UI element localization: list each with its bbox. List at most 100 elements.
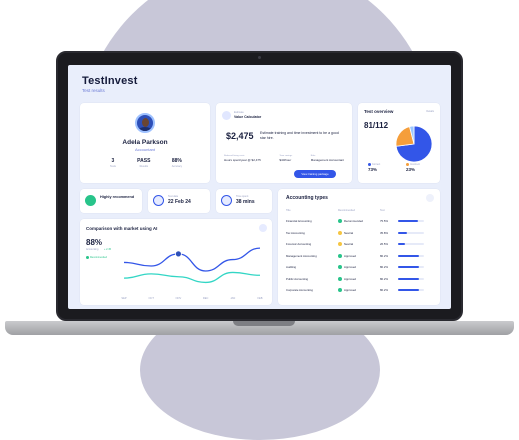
table-row[interactable]: Financial Accounting Recommended 75.5% [286, 219, 432, 226]
progress-fill [398, 220, 418, 222]
progress-fill [398, 277, 419, 280]
row-status: Neutral [338, 242, 354, 247]
recommendation-value: Highly recommend [100, 195, 135, 199]
row-title: Tax Accounting [286, 230, 305, 235]
row-score: 80.2% [380, 253, 388, 258]
profile-stat: 88% Accuracy [172, 158, 182, 168]
profile-stat: PASS Results [137, 158, 150, 168]
legend-dot-icon [86, 256, 89, 259]
profile-name: Adela Parkson [122, 139, 168, 146]
row-title: Forensic Accounting [286, 242, 312, 246]
table-header-recommended[interactable]: Recommended [338, 209, 355, 212]
overview-details-link[interactable]: Details [426, 110, 434, 113]
table-header-title[interactable]: Title [286, 209, 291, 212]
row-score: 35.8% [380, 230, 388, 235]
ai-icon[interactable] [259, 224, 267, 232]
progress-fill [398, 266, 419, 268]
thumbs-up-icon [85, 195, 96, 206]
more-options-icon[interactable] [426, 194, 434, 202]
row-score: 26.5% [380, 242, 388, 246]
x-tick-label: JAN [230, 296, 235, 300]
profile-stat-label: Accuracy [171, 165, 182, 168]
value-field-label: Role [310, 155, 316, 157]
row-score: 80.2% [380, 288, 388, 292]
value-calculator-kicker: Estimate [234, 111, 244, 114]
status-dot-icon [338, 288, 342, 293]
comparison-gain: + 2.45 [104, 248, 112, 251]
table-header: Title Recommended Test [286, 209, 432, 215]
avatar [135, 113, 155, 133]
status-dot-icon [338, 253, 342, 258]
x-tick-label: DEC [203, 296, 209, 300]
comparison-sublabel: Accounting [86, 248, 99, 251]
status-dot-icon [338, 230, 342, 235]
progress-fill [398, 289, 419, 291]
row-title: Financial Accounting [286, 219, 312, 223]
test-date-label: Test date [168, 195, 179, 198]
value-field-label: Reduced hiring costs [224, 155, 245, 157]
time-spent-card: Time spent 38 mins [216, 189, 272, 213]
calculator-icon [222, 111, 231, 120]
row-title: Corporate Accounting [286, 288, 313, 292]
row-status: Approved [338, 254, 356, 258]
table-row[interactable]: Auditing Approved 80.2% [286, 265, 432, 272]
overview-pie-chart [395, 125, 433, 163]
row-score: 80.2% [380, 276, 388, 281]
row-status-label: Neutral [344, 230, 354, 235]
comparison-legend: Recommended [86, 256, 107, 259]
row-title: Public Accounting [286, 276, 309, 281]
row-status-label: Neutral [344, 242, 354, 246]
value-fields: Reduced hiring costs Hours spent/year @ … [224, 155, 344, 162]
profile-stat-value: 88% [171, 158, 182, 164]
value-field-value[interactable]: Management Accountant [311, 158, 344, 162]
table-row[interactable]: Corporate Accounting Approved 80.2% [286, 288, 432, 295]
series-line [123, 271, 261, 284]
legend-dot-icon [368, 163, 371, 166]
overview-score: 81/112 [364, 121, 389, 130]
camera-icon [258, 56, 261, 59]
laptop-lid: TestInvest Test results Adela Parkson Ac… [56, 51, 463, 321]
table-row[interactable]: Tax Accounting Neutral 35.8% [286, 231, 432, 238]
comparison-percent: 88% [86, 238, 103, 247]
progress-fill [398, 254, 419, 257]
calendar-icon [153, 195, 164, 206]
legend-label: Incorrect [410, 163, 420, 167]
test-overview-card: Test overview Details 81/112 Correct 73%… [358, 103, 440, 183]
x-tick-label: NOV [176, 296, 182, 300]
profile-stat-label: Tests [110, 165, 116, 168]
brand-logo: TestInvest [82, 75, 138, 87]
clock-icon [221, 195, 232, 206]
value-field-value[interactable]: Hours spent/year @ $2,475 [224, 158, 261, 162]
row-status-label: Approved [344, 288, 356, 292]
value-field-value[interactable]: $40/hour [279, 158, 292, 162]
view-training-button[interactable]: View training package [294, 170, 336, 178]
test-date-card: Test date 22 Feb 24 [148, 189, 210, 213]
value-field-label: Time savings [279, 155, 293, 157]
table-row[interactable]: Forensic Accounting Neutral 26.5% [286, 242, 432, 249]
x-tick-label: OCT [148, 296, 154, 300]
laptop-notch [233, 321, 295, 326]
status-dot-icon [338, 219, 342, 224]
value-amount: $2,475 [226, 131, 254, 141]
row-title: Auditing [286, 265, 297, 269]
profile-stat-value: 3 [111, 158, 115, 164]
row-score: 80.2% [380, 265, 388, 269]
overview-title: Test overview [364, 109, 394, 114]
time-spent-value: 38 mins [236, 199, 255, 205]
overview-legend-item: Correct 73% [368, 163, 380, 172]
profile-card: Adela Parkson Accountant 3 Tests PASS Re… [80, 103, 210, 183]
accounting-types-card: Accounting types Title Recommended Test … [278, 189, 440, 305]
table-row[interactable]: Management Accounting Approved 80.2% [286, 254, 432, 261]
table-row[interactable]: Public Accounting Approved 80.2% [286, 277, 432, 284]
value-field: Time savings $40/hour [279, 155, 292, 162]
x-tick-label: SEP [121, 296, 126, 300]
row-title: Management Accounting [286, 253, 317, 258]
profile-stat-value: PASS [137, 158, 151, 164]
row-status: Approved [338, 277, 356, 281]
table-header-test[interactable]: Test [380, 209, 385, 212]
accounting-title: Accounting types [286, 195, 328, 201]
row-status-label: Approved [344, 253, 356, 258]
value-field: Role Management Accountant [311, 155, 344, 162]
comparison-title: Comparison with market using AI [86, 226, 158, 231]
status-dot-icon [338, 265, 342, 270]
